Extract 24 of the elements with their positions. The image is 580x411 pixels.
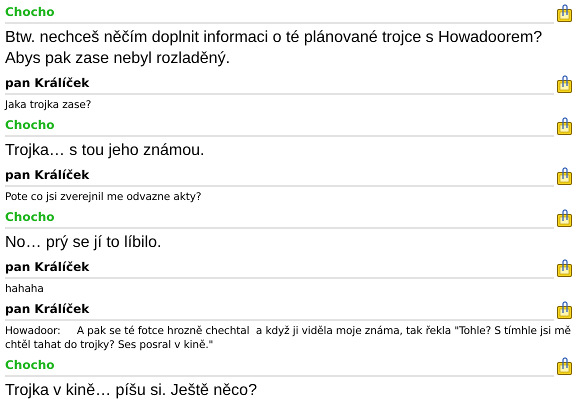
clipboard-icon[interactable] <box>557 167 572 185</box>
sender-name: Chocho <box>5 210 54 224</box>
message-text: Jaka trojka zase? <box>5 98 92 113</box>
message-text: No… prý se jí to líbilo. <box>5 233 162 253</box>
clipboard-icon[interactable] <box>557 117 572 135</box>
message-text: Pote co jsi zverejnil me odvazne akty? <box>5 190 202 205</box>
clipboard-icon[interactable] <box>557 75 572 93</box>
message-text: Trojka… s tou jeho známou. <box>5 141 206 161</box>
message-text: hahaha <box>5 282 45 297</box>
sender-name: Chocho <box>5 5 54 19</box>
sender-name: pan Králíček <box>5 260 90 274</box>
sender-name: pan Králíček <box>5 302 90 316</box>
clipboard-icon[interactable] <box>557 259 572 277</box>
sender-name: Chocho <box>5 118 54 132</box>
sender-name: Chocho <box>5 358 54 372</box>
message-text: Howadoor: A pak se té fotce hrozně chechtal a když ji viděla moje známa, tak řekla "Tohle? S tímhle jsi mě chtěl tahat do trojky? Ses posral v kině." <box>5 324 572 353</box>
message-text: Btw. nechceš něčím doplnit informaci o té plánované trojce s Howadoorem? Abys pak zase nebyl rozladěný. <box>5 28 544 69</box>
clipboard-icon[interactable] <box>557 357 572 375</box>
clipboard-icon[interactable] <box>557 301 572 319</box>
sender-name: pan Králíček <box>5 168 90 182</box>
clipboard-icon[interactable] <box>557 209 572 227</box>
sender-name: pan Králíček <box>5 76 90 90</box>
message-text: Trojka v kině… píšu si. Ještě něco? <box>5 381 258 401</box>
clipboard-icon[interactable] <box>557 4 572 22</box>
